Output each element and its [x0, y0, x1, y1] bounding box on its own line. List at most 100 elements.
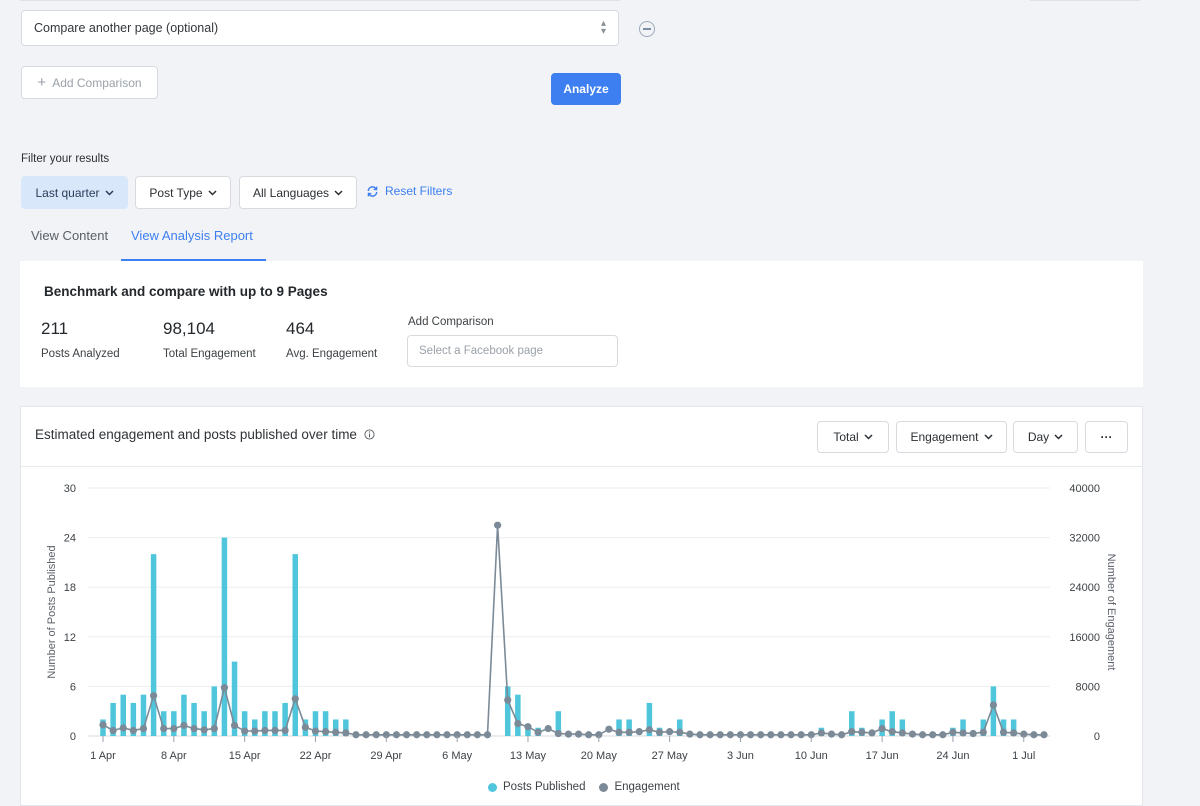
posts-bar	[221, 537, 228, 736]
engagement-point	[929, 731, 937, 739]
y-tick-label-right: 0	[1094, 731, 1100, 743]
posts-bar	[171, 711, 177, 736]
engagement-point	[494, 521, 502, 529]
engagement-point	[949, 728, 957, 736]
engagement-point	[878, 724, 886, 733]
analyze-button[interactable]: Analyze	[551, 73, 621, 105]
engagement-point	[230, 721, 239, 730]
info-icon[interactable]	[364, 429, 375, 440]
posts-bar	[292, 554, 298, 736]
engagement-point	[959, 729, 967, 737]
x-tick-label: 15 Apr	[229, 750, 261, 762]
more-options-button[interactable]: ···	[1085, 421, 1128, 453]
benchmark-title: Benchmark and compare with up to 9 Pages	[44, 284, 328, 299]
engagement-point	[119, 724, 127, 732]
reset-filters-link[interactable]: Reset Filters	[366, 184, 452, 198]
metric-dropdown-label: Engagement	[910, 430, 979, 444]
engagement-point	[402, 731, 411, 739]
y-axis-title-right: Number of Engagement	[1105, 554, 1117, 671]
engagement-point	[908, 730, 917, 738]
engagement-point	[99, 721, 107, 729]
metric-dropdown[interactable]: Engagement	[896, 421, 1007, 453]
legend-posts-swatch	[488, 782, 497, 792]
engagement-point	[271, 726, 279, 735]
chevron-down-icon	[1054, 434, 1063, 440]
engagement-point	[888, 728, 896, 736]
tab-view-content[interactable]: View Content	[31, 228, 108, 243]
engagement-point	[918, 731, 927, 739]
plus-icon: +	[37, 73, 47, 91]
languages-filter-dropdown[interactable]: All Languages	[239, 176, 357, 209]
engagement-point	[554, 729, 562, 738]
engagement-point	[706, 731, 714, 739]
engagement-point	[332, 728, 340, 736]
engagement-point	[696, 731, 704, 739]
engagement-point	[514, 720, 522, 728]
engagement-point	[392, 731, 401, 739]
engagement-point	[858, 728, 866, 736]
engagement-point	[848, 728, 856, 736]
total-dropdown-label: Total	[833, 430, 859, 444]
more-options-icon: ···	[1100, 430, 1113, 444]
filter-label: Filter your results	[21, 153, 110, 165]
y-tick-label-left: 30	[64, 483, 76, 495]
add-comparison-button[interactable]: + Add Comparison	[21, 66, 158, 99]
granularity-dropdown[interactable]: Day	[1013, 421, 1078, 453]
engagement-point	[605, 725, 613, 733]
period-filter-dropdown[interactable]: Last quarter	[21, 176, 128, 209]
facebook-page-placeholder: Select a Facebook page	[419, 345, 544, 357]
legend-engagement[interactable]: Engagement	[599, 781, 680, 793]
engagement-point	[574, 730, 583, 738]
total-engagement-value: 98,104	[163, 319, 215, 338]
engagement-point	[625, 728, 633, 736]
y-tick-label-left: 0	[70, 731, 76, 743]
engagement-point	[241, 727, 249, 735]
engagement-point	[716, 731, 724, 739]
y-tick-label-right: 16000	[1069, 632, 1100, 644]
x-tick-label: 24 Jun	[936, 750, 969, 762]
add-comparison-field-label: Add Comparison	[408, 316, 494, 328]
legend-engagement-label: Engagement	[614, 781, 680, 793]
facebook-page-input[interactable]: Select a Facebook page	[407, 335, 618, 367]
updown-chevron-icon: ▴ ▾	[600, 18, 606, 37]
y-tick-label-right: 32000	[1069, 533, 1100, 545]
engagement-point	[635, 728, 643, 736]
remove-comparison-icon[interactable]	[639, 21, 655, 37]
x-tick-label: 22 Apr	[300, 750, 332, 762]
tab-view-analysis-report[interactable]: View Analysis Report	[131, 228, 253, 243]
engagement-point	[797, 731, 805, 739]
engagement-point	[220, 684, 229, 692]
engagement-point	[342, 729, 350, 737]
engagement-point	[1030, 731, 1038, 739]
engagement-point	[939, 731, 947, 739]
compare-page-select[interactable]: Compare another page (optional) ▴ ▾	[21, 10, 619, 46]
engagement-point	[746, 731, 755, 739]
engagement-point	[362, 731, 370, 739]
chevron-down-icon	[864, 434, 873, 440]
engagement-point	[504, 696, 512, 704]
engagement-point	[170, 724, 178, 733]
engagement-point	[180, 721, 188, 730]
total-dropdown[interactable]: Total	[817, 421, 889, 453]
engagement-point	[109, 726, 117, 735]
engagement-point	[989, 701, 998, 709]
x-tick-label: 1 Apr	[90, 750, 116, 762]
compare-select-value: Compare another page (optional)	[34, 21, 219, 35]
y-tick-label-left: 18	[64, 582, 76, 594]
engagement-point	[291, 695, 299, 703]
engagement-point	[757, 731, 765, 739]
engagement-point	[423, 731, 431, 739]
granularity-dropdown-label: Day	[1027, 430, 1050, 444]
posts-analyzed-value: 211	[41, 319, 69, 338]
chevron-down-icon	[208, 189, 217, 196]
legend-posts-published[interactable]: Posts Published	[488, 781, 585, 793]
chart-header-divider	[21, 466, 1142, 467]
engagement-point	[817, 729, 825, 737]
engagement-point	[200, 726, 208, 734]
post-type-filter-dropdown[interactable]: Post Type	[135, 176, 231, 209]
engagement-point	[129, 726, 137, 735]
engagement-point	[261, 726, 269, 735]
posts-bar	[181, 694, 187, 736]
engagement-point	[827, 730, 836, 738]
top-divider-right	[1030, 0, 1140, 1]
